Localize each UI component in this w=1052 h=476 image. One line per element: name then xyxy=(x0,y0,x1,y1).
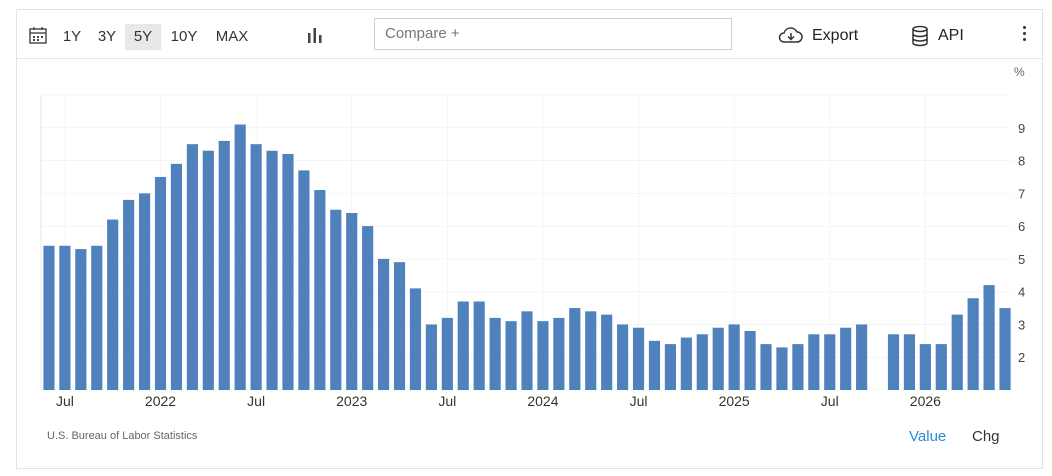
y-tick-label: 7 xyxy=(1018,186,1025,201)
bar xyxy=(999,308,1011,390)
bar xyxy=(186,144,198,390)
bar xyxy=(601,314,613,390)
bar xyxy=(712,327,724,390)
bar xyxy=(919,344,931,390)
bar xyxy=(441,317,453,390)
bar xyxy=(632,327,645,390)
bar xyxy=(696,334,708,390)
bar xyxy=(138,193,151,390)
bar xyxy=(967,298,979,390)
y-tick-label: 9 xyxy=(1018,121,1025,136)
x-tick-label: Jul xyxy=(438,393,456,409)
bar xyxy=(218,140,230,390)
bar xyxy=(792,344,804,390)
bar xyxy=(378,258,390,390)
bar xyxy=(856,324,868,390)
bar xyxy=(808,334,820,390)
y-tick-label: 5 xyxy=(1018,252,1025,267)
bar xyxy=(59,245,71,390)
bar xyxy=(409,288,422,390)
bar xyxy=(489,317,501,390)
x-tick-label: 2024 xyxy=(527,393,558,409)
bar xyxy=(154,176,167,390)
bar xyxy=(298,170,310,390)
y-tick-label: 8 xyxy=(1018,154,1025,169)
x-tick-label: Jul xyxy=(56,393,74,409)
bar xyxy=(75,249,87,390)
bar xyxy=(760,344,772,390)
bar xyxy=(840,327,852,390)
bar xyxy=(664,344,676,390)
bar xyxy=(107,219,119,390)
bar xyxy=(123,199,135,390)
x-tick-label: Jul xyxy=(247,393,265,409)
x-tick-label: Jul xyxy=(630,393,648,409)
bar xyxy=(887,334,900,390)
bar xyxy=(346,213,358,390)
bar xyxy=(951,314,963,390)
y-tick-label: 4 xyxy=(1018,285,1025,300)
bar xyxy=(234,124,246,390)
y-tick-label: 3 xyxy=(1018,317,1025,332)
bar xyxy=(776,347,788,390)
bar xyxy=(425,324,437,390)
x-tick-label: Jul xyxy=(821,393,839,409)
bar xyxy=(282,154,294,390)
value-toggle[interactable]: Value xyxy=(909,428,946,445)
x-tick-label: 2026 xyxy=(910,393,941,409)
y-tick-label: 6 xyxy=(1018,219,1025,234)
bar xyxy=(537,321,549,390)
source-label: U.S. Bureau of Labor Statistics xyxy=(47,430,198,442)
bar xyxy=(728,324,740,390)
bar xyxy=(91,245,103,390)
bar xyxy=(330,209,342,390)
bar xyxy=(266,150,278,390)
chg-toggle[interactable]: Chg xyxy=(972,428,1000,445)
x-tick-label: 2023 xyxy=(336,393,367,409)
bar xyxy=(393,262,406,390)
bar xyxy=(983,285,995,390)
bar xyxy=(744,331,756,390)
bar xyxy=(648,340,661,390)
bar xyxy=(824,334,836,390)
bar xyxy=(585,311,597,390)
x-tick-label: 2022 xyxy=(145,393,176,409)
bar xyxy=(250,144,262,390)
bar xyxy=(505,321,517,390)
bar xyxy=(170,163,183,390)
bar xyxy=(473,301,485,390)
bar xyxy=(362,226,374,390)
bar xyxy=(935,344,947,390)
bar xyxy=(569,308,581,390)
bar xyxy=(521,311,533,390)
bar xyxy=(314,190,326,390)
y-tick-label: 2 xyxy=(1018,350,1025,365)
bar xyxy=(43,245,55,390)
bar-chart: 2 3 4 5 6 7 8 9 Jul 2022 Jul 2023 Jul 2024 Jul 2025 Jul 2… xyxy=(40,94,1025,409)
bar xyxy=(202,150,214,390)
x-tick-label: 2025 xyxy=(719,393,750,409)
bar xyxy=(617,324,629,390)
bar xyxy=(553,317,565,390)
chart-widget: 1Y 3Y 5Y 10Y MAX Compare + Export API % … xyxy=(16,9,1043,469)
bar xyxy=(903,334,916,390)
bar xyxy=(680,337,692,390)
bar xyxy=(457,301,469,390)
